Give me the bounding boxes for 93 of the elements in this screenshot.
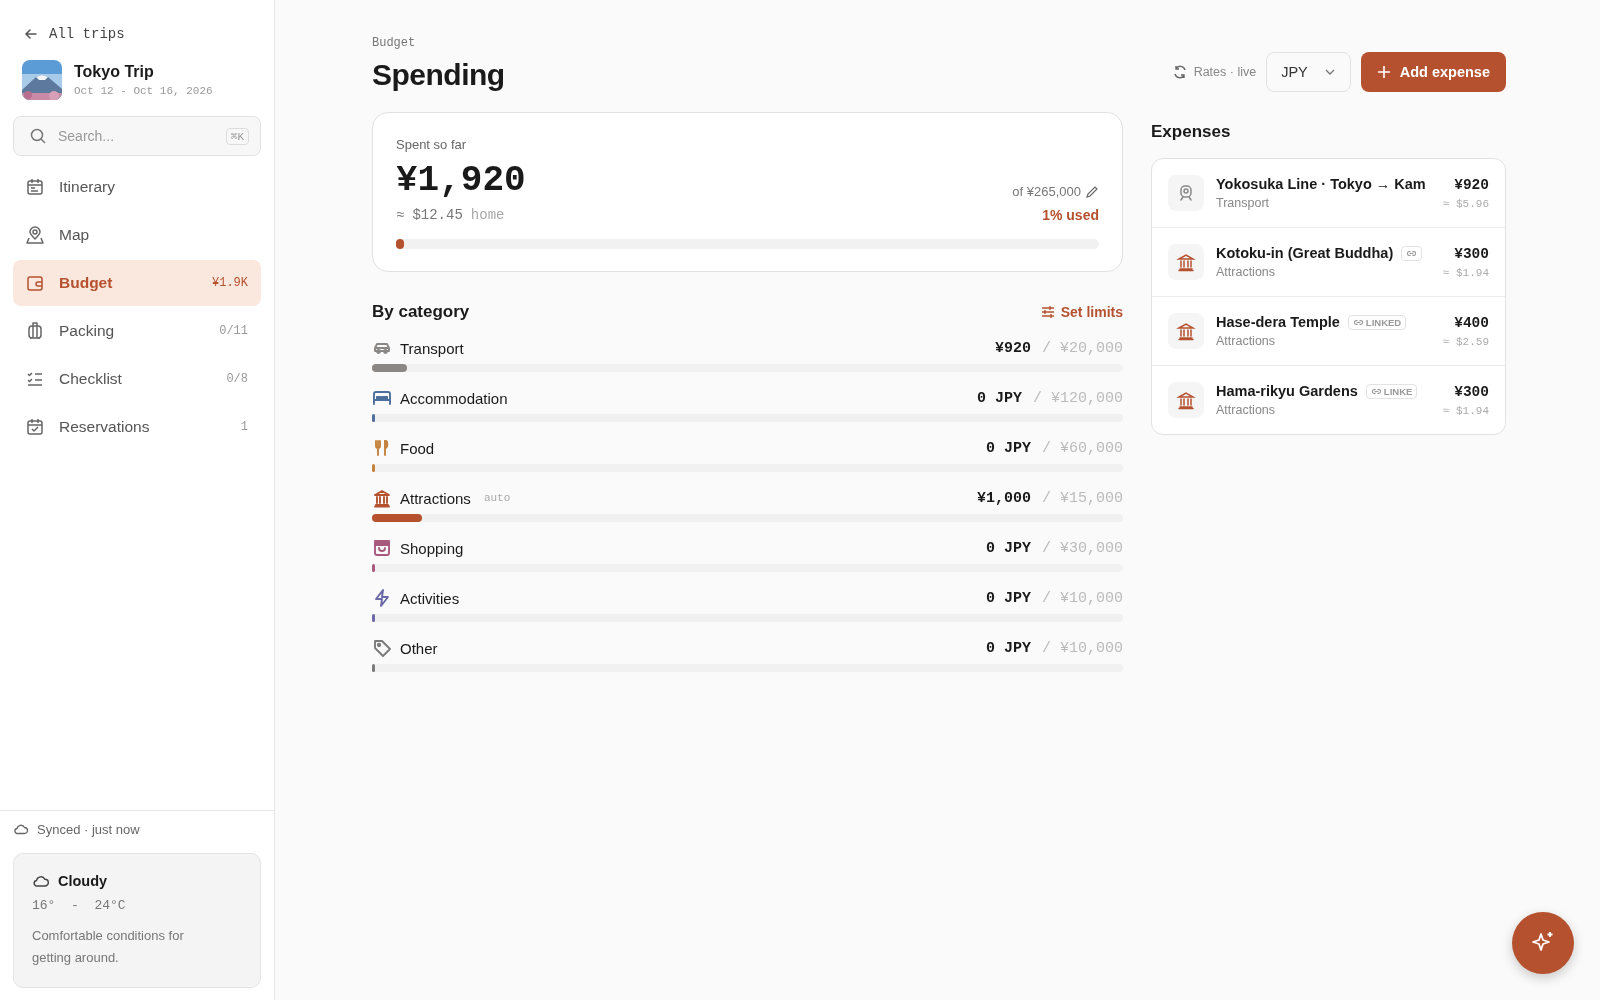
nav-item[interactable]: Reservations 1 [13, 404, 261, 450]
budget-total: of ¥265,000 [1012, 184, 1081, 199]
category-name: Shopping [400, 539, 464, 557]
currency-dropdown[interactable]: JPY [1266, 52, 1351, 92]
expense-amount: ¥300 [1453, 245, 1489, 262]
home-amount: ≈ $1.94 [1442, 404, 1489, 417]
home-amount: ≈ $2.59 [1442, 335, 1489, 348]
category-limit: / ¥10,000 [1042, 589, 1123, 607]
back-link[interactable]: All trips [13, 26, 261, 42]
category-spent: 0 JPY [976, 389, 1022, 407]
nav-item[interactable]: Itinerary [13, 164, 261, 210]
category-spent: 0 JPY [985, 539, 1031, 557]
category-spent: ¥1,000 [976, 489, 1031, 507]
category-name: Activities [400, 589, 460, 607]
search-icon [29, 127, 47, 145]
category-limit: / ¥120,000 [1033, 389, 1123, 407]
temperature-range: 16° - 24°C [32, 898, 127, 913]
category-name: Accommodation [400, 389, 508, 407]
item-count: 1 [240, 420, 248, 434]
calendar-check-icon [25, 417, 45, 437]
category-limit: / ¥60,000 [1042, 439, 1123, 457]
museum-icon [1176, 390, 1196, 410]
home-amount: ≈ $5.96 [1442, 197, 1489, 210]
shortcut-hint: ⌘K [225, 128, 249, 145]
home-label: home [470, 207, 505, 223]
wallet-icon [25, 273, 45, 293]
weather-condition: Cloudy [58, 873, 108, 889]
trip-dates: Oct 12 - Oct 16, 2026 [74, 85, 213, 97]
category-name: Other [400, 639, 438, 657]
auto-tag: auto [483, 492, 511, 504]
back-arrow-icon [23, 26, 39, 42]
page-title: Spending [372, 58, 506, 92]
breadcrumb: Budget [372, 36, 417, 50]
expense-row[interactable]: Kotoku-in (Great Buddha) Attractions ¥300 ≈ $1.94 [1152, 227, 1505, 296]
section-title: Expenses [1151, 122, 1232, 142]
expense-category: Attractions [1216, 334, 1277, 348]
category-name: Attractions [400, 489, 471, 507]
nav-item[interactable]: Map [13, 212, 261, 258]
map-pin-icon [25, 225, 45, 245]
checklist-icon [25, 369, 45, 389]
category-limit: / ¥20,000 [1042, 339, 1123, 357]
category-limit: / ¥15,000 [1042, 489, 1123, 507]
sync-status: Synced · just now [37, 821, 140, 837]
nav-item[interactable]: Budget ¥1.9K [13, 260, 261, 306]
set-limits-link[interactable]: Set limits [1039, 304, 1123, 320]
plus-icon [1376, 65, 1391, 79]
category-name: Transport [400, 339, 464, 357]
expense-amount: ¥300 [1453, 383, 1489, 400]
linked-badge: LINKE [1365, 383, 1418, 399]
assistant-button[interactable] [1512, 912, 1574, 974]
item-count: 0/11 [219, 324, 248, 338]
category-spent: 0 JPY [985, 439, 1031, 457]
spent-amount: ¥1,920 [396, 160, 526, 201]
category-spent: ¥920 [994, 339, 1031, 357]
calendar-icon [25, 177, 45, 197]
linked-badge: LINKED [1347, 314, 1407, 330]
expense-row[interactable]: Hama-rikyu Gardens LINKE Attractions ¥300 ≈ $1.94 [1152, 365, 1505, 434]
museum-icon [1176, 252, 1196, 272]
item-count: ¥1.9K [212, 276, 248, 290]
expense-name: Hama-rikyu Gardens [1216, 383, 1358, 399]
summary-label: Spent so far [396, 137, 468, 152]
add-expense-button[interactable]: Add expense [1360, 52, 1506, 92]
category-spent: 0 JPY [985, 639, 1031, 657]
category-name: Food [400, 439, 435, 457]
category-limit: / ¥30,000 [1042, 539, 1123, 557]
item-count: 0/8 [226, 372, 248, 386]
category-spent: 0 JPY [985, 589, 1031, 607]
sliders-icon [1039, 304, 1056, 320]
expense-name: Kotoku-in (Great Buddha) [1216, 245, 1394, 261]
expense-row[interactable]: Yokosuka Line · Tokyo → Kam Transport ¥920 ≈ $5.96 [1152, 159, 1505, 227]
category-limit: / ¥10,000 [1042, 639, 1123, 657]
nav-item[interactable]: Checklist 0/8 [13, 356, 261, 402]
weather-note: Comfortable conditions for getting around. [32, 927, 185, 967]
expense-amount: ¥920 [1453, 176, 1489, 193]
approx-sign: ≈ [396, 207, 405, 223]
used-percent: 1% used [1041, 207, 1099, 223]
nav-item[interactable]: Packing 0/11 [13, 308, 261, 354]
rates-status[interactable]: Rates · live [1171, 64, 1257, 80]
expense-row[interactable]: Hase-dera Temple LINKED Attractions ¥400 ≈ $2.59 [1152, 296, 1505, 365]
expense-name: Yokosuka Line · Tokyo → Kam [1216, 176, 1426, 192]
expense-amount: ¥400 [1453, 314, 1489, 331]
home-amount: $12.45 [412, 207, 463, 223]
trip-title: Tokyo Trip [74, 63, 155, 81]
edit-icon[interactable] [1085, 184, 1099, 199]
expense-category: Transport [1216, 196, 1271, 210]
museum-icon [1176, 321, 1196, 341]
home-amount: ≈ $1.94 [1442, 266, 1489, 279]
expense-name: Hase-dera Temple [1216, 314, 1340, 330]
expense-category: Attractions [1216, 403, 1277, 417]
expense-category: Attractions [1216, 265, 1277, 279]
luggage-icon [25, 321, 45, 341]
section-title: By category [372, 302, 470, 322]
refresh-icon [1171, 64, 1188, 80]
